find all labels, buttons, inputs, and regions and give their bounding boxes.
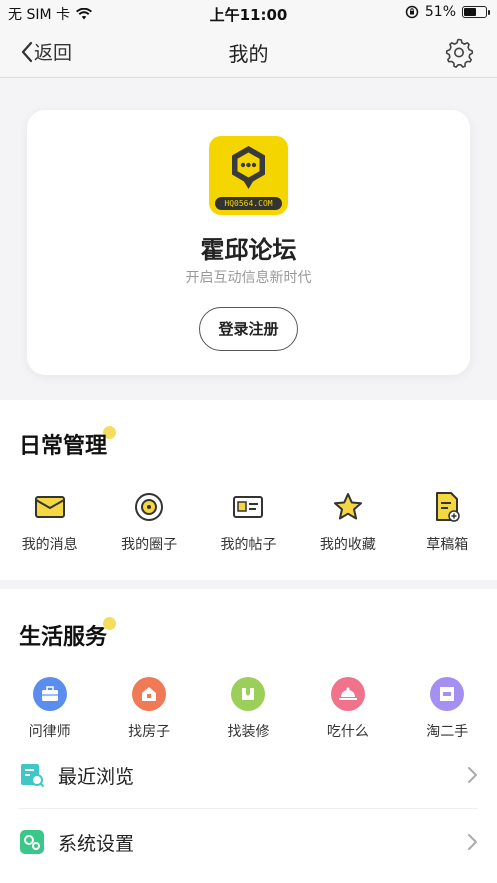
daily-item-label: 我的帖子 xyxy=(220,537,277,553)
life-services-section: 生活服务 问律师 找房子 找装修 吃什么 淘二手 最近浏览 系统设置 xyxy=(0,589,497,883)
daily-item-label: 我的消息 xyxy=(21,537,78,553)
daily-item-label: 我的圈子 xyxy=(121,537,178,553)
life-item-food[interactable]: 吃什么 xyxy=(298,677,397,741)
life-item-label: 找房子 xyxy=(128,724,171,740)
life-item-label: 问律师 xyxy=(28,724,71,740)
disc-icon xyxy=(135,493,164,521)
daily-grid: 我的消息 我的圈子 我的帖子 我的收藏 草稿箱 xyxy=(0,490,497,554)
section-title-life: 生活服务 xyxy=(19,617,117,651)
profile-card: HQ0564.COM 霍邱论坛 开启互动信息新时代 登录注册 xyxy=(27,110,470,375)
section-title-daily: 日常管理 xyxy=(19,426,117,460)
history-icon xyxy=(21,764,45,788)
section-title-life-text: 生活服务 xyxy=(19,625,108,650)
life-item-secondhand[interactable]: 淘二手 xyxy=(398,677,497,741)
house-icon xyxy=(132,677,167,711)
logo-domain-text: HQ0564.COM xyxy=(215,197,282,210)
daily-management-section: 日常管理 我的消息 我的圈子 我的帖子 我的收藏 草稿箱 xyxy=(0,400,497,580)
chevron-right-icon xyxy=(468,767,477,783)
id-card-icon xyxy=(233,496,264,518)
decor-icon xyxy=(231,677,266,711)
shop-icon xyxy=(430,677,465,711)
draft-icon xyxy=(436,492,460,522)
app-logo: HQ0564.COM xyxy=(209,136,288,215)
status-right: 51% xyxy=(405,4,490,20)
daily-item-favorites[interactable]: 我的收藏 xyxy=(298,490,397,554)
life-item-label: 找装修 xyxy=(227,724,270,740)
section-title-daily-text: 日常管理 xyxy=(19,434,108,459)
row-recent-browsing[interactable]: 最近浏览 xyxy=(0,742,497,808)
row-system-settings[interactable]: 系统设置 xyxy=(0,809,497,875)
life-item-decoration[interactable]: 找装修 xyxy=(199,677,298,741)
app-name: 霍邱论坛 xyxy=(200,236,297,264)
nav-bar: 返回 我的 xyxy=(0,26,497,78)
daily-item-messages[interactable]: 我的消息 xyxy=(0,490,99,554)
status-bar: 无 SIM 卡 上午11:00 51% xyxy=(0,0,497,26)
briefcase-icon xyxy=(32,677,67,711)
daily-item-posts[interactable]: 我的帖子 xyxy=(199,490,298,554)
star-icon xyxy=(333,493,362,520)
life-item-label: 吃什么 xyxy=(326,724,369,740)
battery-percent: 51% xyxy=(424,4,456,20)
life-item-lawyer[interactable]: 问律师 xyxy=(0,677,99,741)
orientation-lock-icon xyxy=(405,5,419,19)
chevron-right-icon xyxy=(468,834,477,850)
daily-item-circles[interactable]: 我的圈子 xyxy=(99,490,198,554)
gear-icon[interactable] xyxy=(443,36,475,68)
app-slogan: 开启互动信息新时代 xyxy=(185,270,312,286)
life-grid: 问律师 找房子 找装修 吃什么 淘二手 xyxy=(0,677,497,741)
daily-item-drafts[interactable]: 草稿箱 xyxy=(398,490,497,554)
page-title: 我的 xyxy=(228,42,269,66)
settings-icon xyxy=(20,830,44,854)
life-item-house[interactable]: 找房子 xyxy=(99,677,198,741)
battery-icon xyxy=(462,6,490,18)
envelope-icon xyxy=(34,496,65,518)
row-label: 系统设置 xyxy=(58,832,135,855)
dish-icon xyxy=(330,677,365,711)
chat-bubble-icon xyxy=(232,146,265,189)
daily-item-label: 我的收藏 xyxy=(319,537,376,553)
row-label: 最近浏览 xyxy=(58,765,135,788)
daily-item-label: 草稿箱 xyxy=(426,537,469,553)
life-item-label: 淘二手 xyxy=(426,724,469,740)
battery-fill xyxy=(464,8,476,16)
login-register-button[interactable]: 登录注册 xyxy=(199,307,298,351)
